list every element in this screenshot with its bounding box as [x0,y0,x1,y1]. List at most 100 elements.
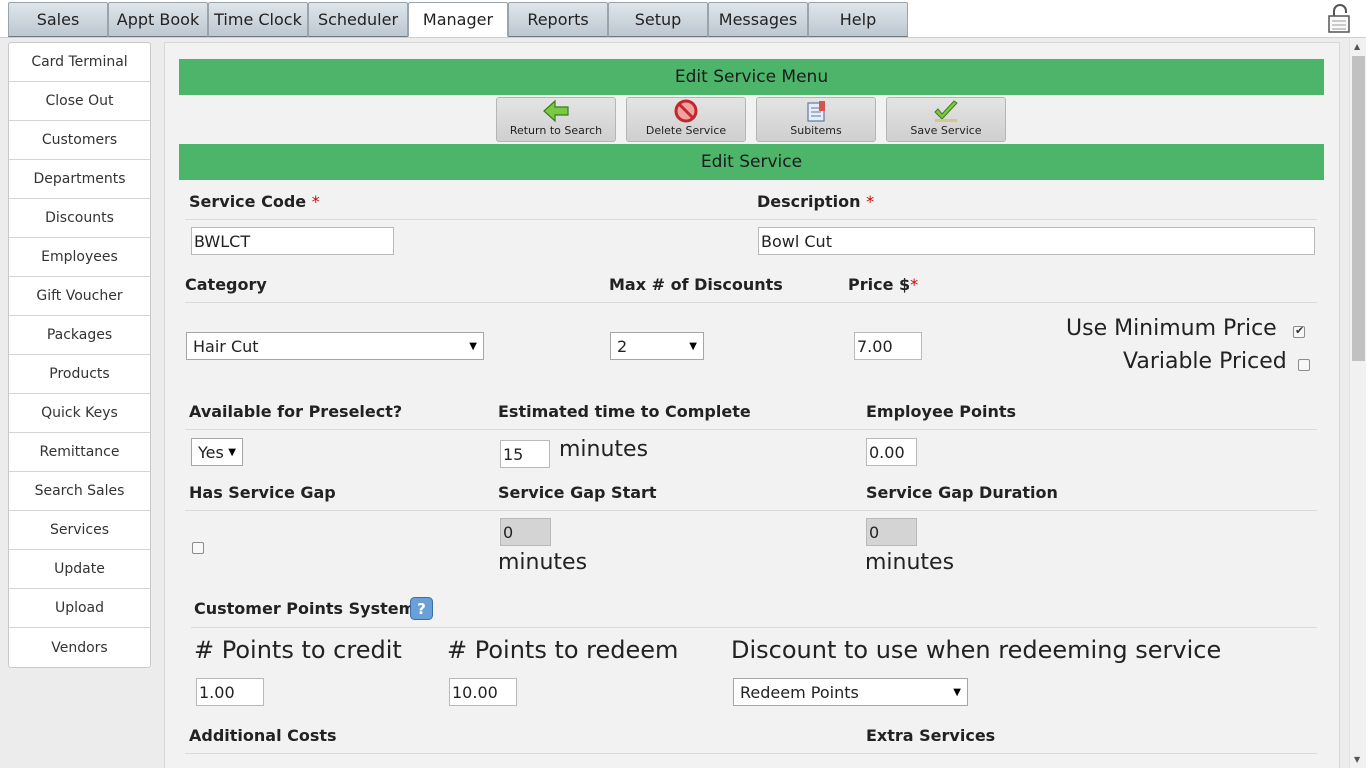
points-credit-input[interactable]: 1.00 [196,678,264,706]
preselect-select[interactable]: Yes ▼ [191,438,243,466]
sidebar-item-upload[interactable]: Upload [9,589,150,628]
tab-sales[interactable]: Sales [8,2,108,37]
tab-appt-book[interactable]: Appt Book [108,2,208,37]
discount-redeem-select[interactable]: Redeem Points ▼ [733,678,968,706]
preselect-select-value: Yes [198,442,224,462]
customer-points-label: Customer Points System [194,599,416,618]
dropdown-arrow-icon: ▼ [469,340,477,352]
page-scrollbar[interactable]: ▲ ▼ [1349,38,1366,768]
service-gap-duration-input[interactable]: 0 [866,518,917,546]
sidebar-item-discounts[interactable]: Discounts [9,199,150,238]
delete-service-label: Delete Service [645,124,727,137]
required-marker: * [910,275,919,294]
tab-messages[interactable]: Messages [708,2,808,37]
logout-lock-icon[interactable] [1326,4,1354,34]
tab-manager[interactable]: Manager [408,2,508,37]
estimated-time-input[interactable]: 15 [500,440,550,468]
service-code-input[interactable]: BWLCT [191,227,394,255]
service-gap-label: Has Service Gap [189,483,336,502]
sidebar-item-customers[interactable]: Customers [9,121,150,160]
description-label: Description * [757,192,874,211]
estimated-time-label: Estimated time to Complete [498,402,751,421]
preselect-label: Available for Preselect? [189,402,403,421]
return-to-search-button[interactable]: Return to Search [496,97,616,142]
sidebar-item-close-out[interactable]: Close Out [9,82,150,121]
points-redeem-input[interactable]: 10.00 [449,678,517,706]
employee-points-input[interactable]: 0.00 [866,438,917,466]
divider [185,302,1317,303]
sidebar-item-employees[interactable]: Employees [9,238,150,277]
scrollbar-thumb[interactable] [1352,56,1365,361]
service-gap-start-unit: minutes [498,550,588,575]
price-input[interactable]: 7.00 [854,332,922,360]
divider [185,429,1317,430]
service-gap-duration-label: Service Gap Duration [866,483,1058,502]
help-question-icon[interactable]: ? [410,597,433,620]
sidebar-item-departments[interactable]: Departments [9,160,150,199]
category-select[interactable]: Hair Cut ▼ [186,332,484,360]
employee-points-label: Employee Points [866,402,1016,421]
dropdown-arrow-icon: ▼ [953,686,961,698]
sidebar-item-packages[interactable]: Packages [9,316,150,355]
divider [191,627,1317,628]
points-redeem-label: # Points to redeem [447,636,679,664]
use-minimum-price-checkbox[interactable] [1293,324,1305,338]
service-gap-duration-unit: minutes [865,550,955,575]
scroll-down-arrow-icon[interactable]: ▼ [1354,755,1360,764]
extra-services-label: Extra Services [866,726,996,745]
save-service-button[interactable]: Save Service [886,97,1006,142]
category-select-value: Hair Cut [193,336,259,356]
subitems-label: Subitems [790,124,842,137]
sidebar-item-card-terminal[interactable]: Card Terminal [9,43,150,82]
sidebar-item-update[interactable]: Update [9,550,150,589]
tab-scheduler[interactable]: Scheduler [308,2,408,37]
sidebar-item-gift-voucher[interactable]: Gift Voucher [9,277,150,316]
divider [185,219,1317,220]
price-label-text: Price $ [848,275,911,294]
subitems-list-icon [807,101,825,122]
max-discounts-select[interactable]: 2 ▼ [610,332,704,360]
discount-redeem-select-value: Redeem Points [740,682,859,702]
discount-redeem-label: Discount to use when redeeming service [731,636,1222,664]
main-tabs: Sales Appt Book Time Clock Scheduler Manager… [8,2,908,37]
tab-reports[interactable]: Reports [508,2,608,37]
tab-help[interactable]: Help [808,2,908,37]
sidebar-item-search-sales[interactable]: Search Sales [9,472,150,511]
sidebar-item-services[interactable]: Services [9,511,150,550]
category-label: Category [185,275,267,294]
manager-side-menu: Card Terminal Close Out Customers Departmen… [8,42,151,668]
use-minimum-price-label: Use Minimum Price [1066,316,1277,341]
edit-service-header: Edit Service [179,144,1324,180]
svg-text:?: ? [417,600,426,618]
points-credit-label: # Points to credit [194,636,402,664]
sidebar-item-vendors[interactable]: Vendors [9,628,150,667]
sidebar-item-remittance[interactable]: Remittance [9,433,150,472]
edit-service-panel: Edit Service Menu Return to Search Delet… [164,42,1340,768]
max-discounts-select-value: 2 [617,336,628,356]
delete-no-icon [674,99,698,123]
tab-setup[interactable]: Setup [608,2,708,37]
top-navigation: Sales Appt Book Time Clock Scheduler Manager… [0,0,1366,38]
checkmark-save-icon [934,100,958,122]
sidebar-item-quick-keys[interactable]: Quick Keys [9,394,150,433]
edit-service-menu-header: Edit Service Menu [179,59,1324,95]
subitems-button[interactable]: Subitems [756,97,876,142]
variable-priced-checkbox[interactable] [1298,359,1310,371]
estimated-time-unit: minutes [559,437,649,462]
scroll-up-arrow-icon[interactable]: ▲ [1354,42,1360,51]
service-gap-checkbox[interactable] [192,542,204,554]
dropdown-arrow-icon: ▼ [689,340,697,352]
service-gap-start-input[interactable]: 0 [500,518,551,546]
description-label-text: Description [757,192,861,211]
description-input[interactable]: Bowl Cut [758,227,1315,255]
sidebar-item-products[interactable]: Products [9,355,150,394]
service-toolbar: Return to Search Delete Service Subitems [496,97,1016,142]
additional-costs-label: Additional Costs [189,726,337,745]
save-service-label: Save Service [910,124,982,137]
tab-time-clock[interactable]: Time Clock [208,2,308,37]
delete-service-button[interactable]: Delete Service [626,97,746,142]
dropdown-arrow-icon: ▼ [228,446,236,458]
service-code-label-text: Service Code [189,192,307,211]
divider [185,510,1317,511]
service-gap-start-label: Service Gap Start [498,483,657,502]
